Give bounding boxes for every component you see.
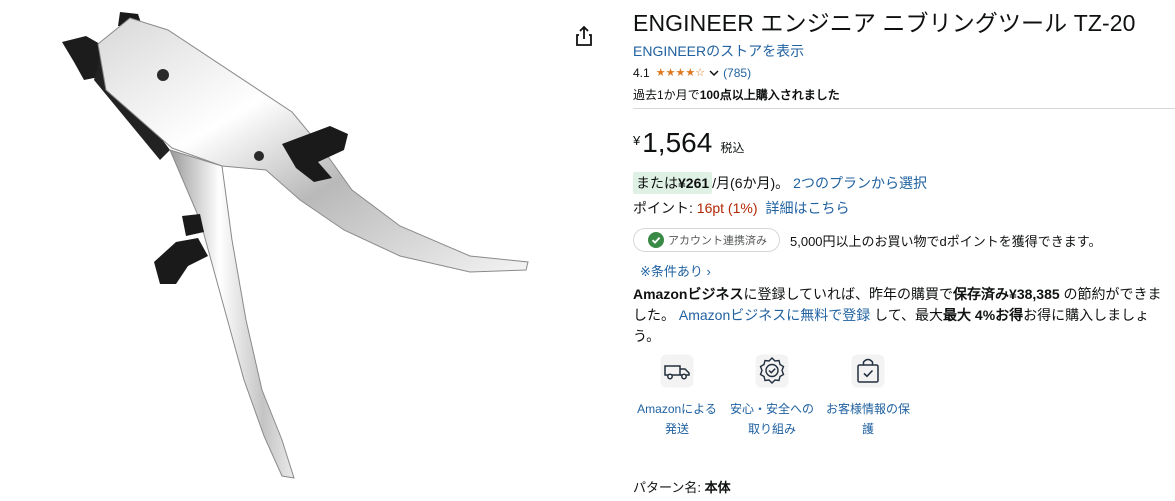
- account-linked-pill[interactable]: アカウント連携済み: [633, 228, 780, 252]
- conditions-link[interactable]: ※条件あり ›: [640, 261, 711, 280]
- trust-features: Amazonによる発送 安心・安全への取り組み お客様情報の保護: [633, 354, 933, 444]
- product-title: ENGINEER エンジニア ニブリングツール TZ-20: [633, 10, 1136, 36]
- product-image[interactable]: [0, 0, 600, 496]
- installment-plan-link[interactable]: 2つのプランから選択: [793, 173, 927, 193]
- secure-bag-icon: [851, 354, 885, 388]
- store-link[interactable]: ENGINEERのストアを表示: [633, 41, 804, 61]
- price: ¥ 1,564 税込: [633, 126, 744, 160]
- feature-amazon-shipping[interactable]: Amazonによる発送: [632, 354, 722, 439]
- check-circle-icon: [648, 232, 664, 248]
- account-row: アカウント連携済み 5,000円以上のお買い物でdポイントを獲得できます。: [633, 228, 1101, 252]
- business-text: Amazonビジネスに登録していれば、昨年の購買で保存済み¥38,385 の節約…: [633, 286, 1162, 344]
- installment-row: または¥261 /月(6か月)。 2つのプランから選択: [633, 172, 927, 194]
- rating-count-link[interactable]: (785): [723, 66, 751, 80]
- business-register-link[interactable]: Amazonビジネスに無料で登録: [679, 307, 870, 323]
- rating-value: 4.1: [633, 66, 650, 80]
- safety-badge-icon: [755, 354, 789, 388]
- feature-privacy[interactable]: お客様情報の保護: [823, 354, 913, 439]
- installment-badge: または¥261: [633, 172, 713, 194]
- rating-row: 4.1 ★ ★ ★ ★ ☆ (785): [633, 64, 751, 82]
- tax-label: 税込: [720, 141, 745, 155]
- pattern-value: 本体: [704, 480, 731, 495]
- star-rating-icon[interactable]: ★ ★ ★ ★ ☆: [656, 67, 705, 79]
- product-details: ENGINEER エンジニア ニブリングツール TZ-20 ENGINEERのス…: [633, 0, 1175, 496]
- price-currency: ¥: [633, 133, 641, 148]
- chevron-down-icon[interactable]: [709, 68, 719, 78]
- bought-past-month: 過去1か月で100点以上購入されました: [633, 88, 840, 102]
- installment-suffix: /月(6か月)。: [712, 175, 790, 191]
- account-linked-label: アカウント連携済み: [668, 235, 767, 247]
- points-details-link[interactable]: 詳細はこちら: [765, 200, 849, 216]
- share-icon[interactable]: [573, 24, 595, 48]
- divider: [633, 108, 1175, 109]
- points-value: 16pt (1%): [696, 200, 758, 216]
- pattern-row: パターン名: 本体: [633, 480, 731, 495]
- delivery-truck-icon: [660, 354, 694, 388]
- points-row: ポイント: 16pt (1%) 詳細はこちら: [633, 200, 850, 216]
- feature-safety[interactable]: 安心・安全への取り組み: [727, 354, 817, 439]
- dpoint-text: 5,000円以上のお買い物でdポイントを獲得できます。: [790, 233, 1102, 249]
- price-amount: 1,564: [642, 127, 713, 158]
